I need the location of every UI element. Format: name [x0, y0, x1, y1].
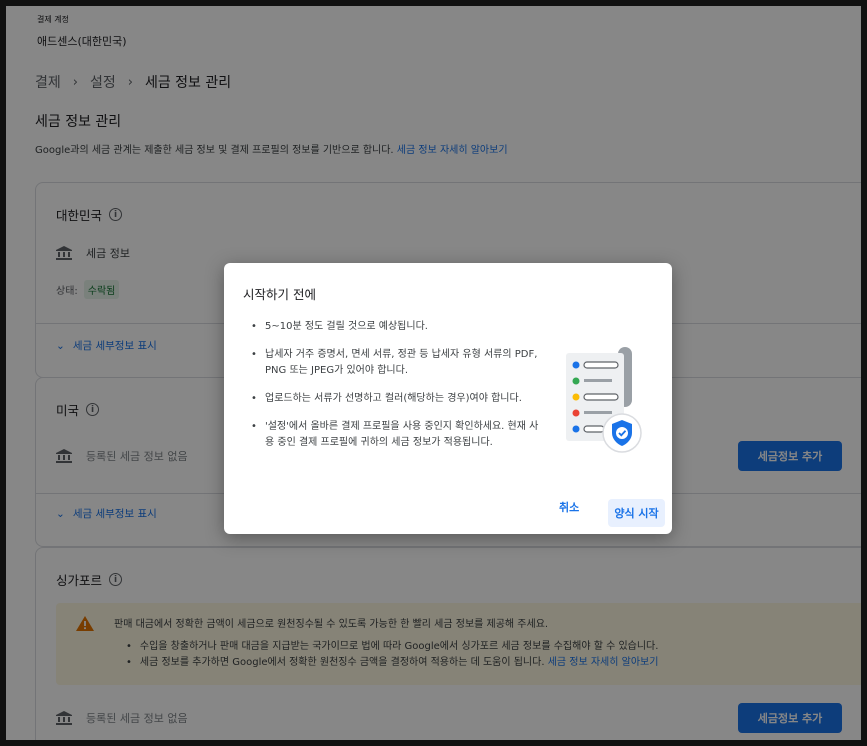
- cancel-button[interactable]: 취소: [559, 499, 579, 515]
- list-item: '설정'에서 올바른 결제 프로필을 사용 중인지 확인하세요. 현재 사용 중…: [251, 419, 541, 451]
- app-frame: 결제 계정 애드센스(대한민국) 결제 › 설정 › 세금 정보 관리 세금 정…: [6, 6, 861, 740]
- list-item: 업로드하는 서류가 선명하고 컬러(해당하는 경우)여야 합니다.: [251, 391, 541, 407]
- before-you-start-dialog: 시작하기 전에 5~10분 정도 걸릴 것으로 예상됩니다. 납세자 거주 증명…: [224, 263, 672, 534]
- start-form-button[interactable]: 양식 시작: [608, 499, 665, 527]
- document-shield-illustration: [558, 345, 648, 455]
- dialog-checklist: 5~10분 정도 걸릴 것으로 예상됩니다. 납세자 거주 증명서, 면세 서류…: [251, 319, 541, 463]
- list-item: 납세자 거주 증명서, 면세 서류, 정관 등 납세자 유형 서류의 PDF, …: [251, 347, 541, 379]
- dialog-title: 시작하기 전에: [243, 287, 316, 302]
- list-item: 5~10분 정도 걸릴 것으로 예상됩니다.: [251, 319, 541, 335]
